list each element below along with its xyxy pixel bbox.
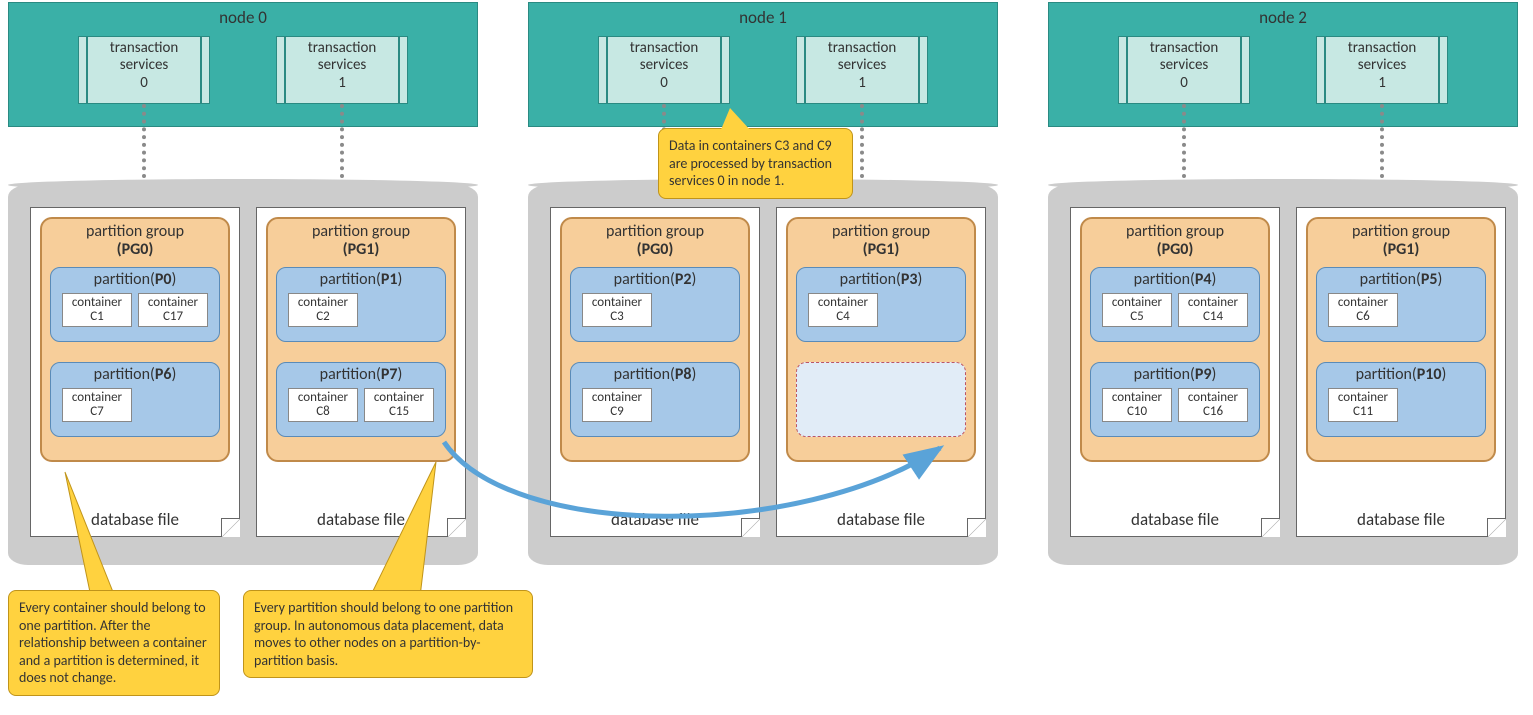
partition-label: partition(P9) bbox=[1091, 365, 1259, 384]
database-file-label: database file bbox=[1297, 509, 1505, 530]
container: container C11 bbox=[1328, 388, 1398, 422]
container: container C4 bbox=[808, 293, 878, 327]
callout-pointer bbox=[720, 108, 752, 132]
container: container C17 bbox=[138, 293, 208, 327]
transaction-services-0: transaction services 0 bbox=[598, 36, 730, 104]
partition-label: partition(P3) bbox=[797, 270, 965, 289]
partition-label: partition(P4) bbox=[1091, 270, 1259, 289]
container: container C1 bbox=[62, 293, 132, 327]
container: container C2 bbox=[288, 293, 358, 327]
container: container C6 bbox=[1328, 293, 1398, 327]
callout-container-partition: Every container should belong to one par… bbox=[8, 590, 220, 696]
transaction-services-0: transaction services 0 bbox=[78, 36, 210, 104]
container: container C8 bbox=[288, 388, 358, 422]
partition-group-label: partition group(PG1) bbox=[788, 223, 974, 260]
partition-label: partition(P8) bbox=[571, 365, 739, 384]
container: container C9 bbox=[582, 388, 652, 422]
partition-label: partition(P2) bbox=[571, 270, 739, 289]
callout-ts-processing: Data in containers C3 and C9 are process… bbox=[658, 128, 853, 199]
container: container C14 bbox=[1178, 293, 1248, 327]
node-title: node 2 bbox=[1049, 5, 1517, 30]
container: container C3 bbox=[582, 293, 652, 327]
partition-group-label: partition group(PG1) bbox=[1308, 223, 1494, 260]
transaction-services-1: transaction services 1 bbox=[1316, 36, 1448, 104]
partition-group-label: partition group(PG1) bbox=[268, 223, 454, 260]
container: container C7 bbox=[62, 388, 132, 422]
partition-label: partition(P6) bbox=[51, 365, 219, 384]
container: container C16 bbox=[1178, 388, 1248, 422]
partition-label: partition(P10) bbox=[1317, 365, 1485, 384]
partition-label: partition(P0) bbox=[51, 270, 219, 289]
partition-group-label: partition group(PG0) bbox=[562, 223, 748, 260]
transaction-services-1: transaction services 1 bbox=[276, 36, 408, 104]
container: container C15 bbox=[364, 388, 434, 422]
partition-label: partition(P1) bbox=[277, 270, 445, 289]
transaction-services-1: transaction services 1 bbox=[796, 36, 928, 104]
node-title: node 1 bbox=[529, 5, 997, 30]
callout-partition-group: Every partition should belong to one par… bbox=[243, 590, 533, 678]
container: container C5 bbox=[1102, 293, 1172, 327]
node-title: node 0 bbox=[9, 5, 477, 30]
partition-placeholder bbox=[796, 362, 966, 437]
partition-label: partition(P5) bbox=[1317, 270, 1485, 289]
database-file-label: database file bbox=[1071, 509, 1279, 530]
partition-label: partition(P7) bbox=[277, 365, 445, 384]
partition-group-label: partition group(PG0) bbox=[1082, 223, 1268, 260]
transaction-services-0: transaction services 0 bbox=[1118, 36, 1250, 104]
partition-group-label: partition group(PG0) bbox=[42, 223, 228, 260]
container: container C10 bbox=[1102, 388, 1172, 422]
